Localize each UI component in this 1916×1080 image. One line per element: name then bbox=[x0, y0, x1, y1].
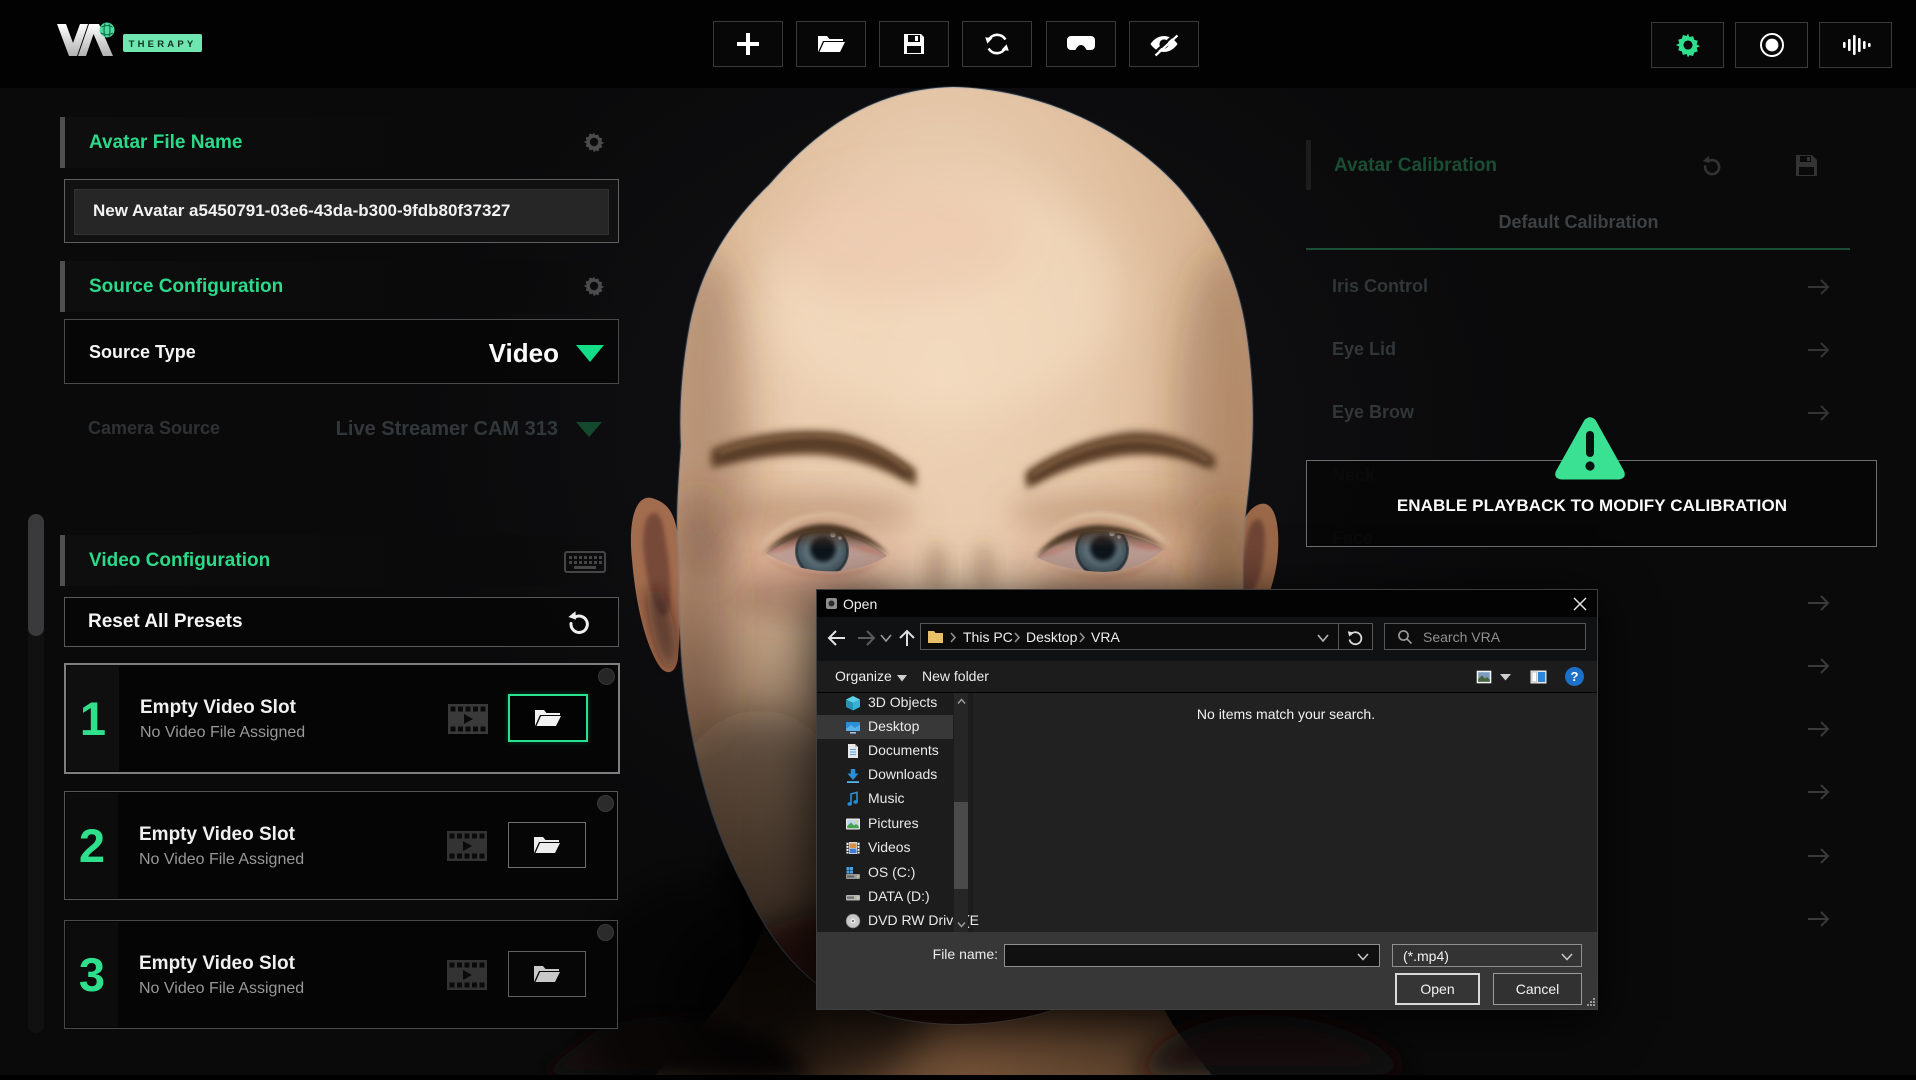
svg-text:THERAPY: THERAPY bbox=[129, 39, 197, 50]
